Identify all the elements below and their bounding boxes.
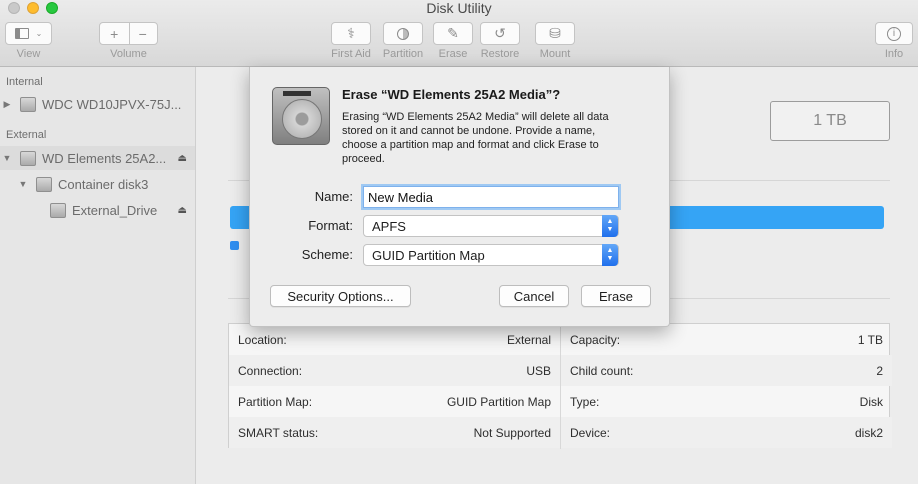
chevron-down-icon: ⌄ [35, 29, 43, 38]
sidebar-header-external: External [6, 129, 47, 141]
info-button[interactable]: i [875, 22, 913, 45]
name-label: Name: [314, 189, 353, 204]
info-value: 2 [876, 363, 883, 378]
sidebar-item-label: WD Elements 25A2... [42, 150, 167, 166]
stepper-arrows-icon: ▲ ▼ [602, 215, 618, 237]
scheme-label: Scheme: [301, 247, 353, 262]
info-key: Capacity: [570, 332, 621, 347]
external-disk-icon [272, 87, 330, 145]
format-label: Format: [308, 218, 353, 233]
add-volume-button[interactable]: + [100, 26, 129, 42]
pencil-eraser-icon: ✎ [447, 25, 459, 41]
info-value: Disk [859, 394, 883, 409]
info-row-device: Device: disk2 [561, 417, 892, 448]
info-key: Device: [570, 425, 611, 440]
erase-button[interactable]: ✎ [433, 22, 473, 45]
info-row-child-count: Child count: 2 [561, 355, 892, 386]
disk-label-strip [283, 91, 311, 96]
usage-legend-swatch [230, 241, 239, 250]
first-aid-label: First Aid [331, 48, 371, 60]
info-row-type: Type: Disk [561, 386, 892, 417]
mount-button[interactable]: ⛁ [535, 22, 575, 45]
window-title: Disk Utility [426, 0, 492, 16]
volume-segmented-control: + − [99, 22, 158, 45]
info-key: Type: [570, 394, 600, 409]
info-key: Connection: [238, 363, 303, 378]
info-value: External [506, 332, 551, 347]
segment-divider [129, 23, 130, 44]
dialog-message: Erasing “WD Elements 25A2 Media” will de… [342, 111, 609, 165]
sidebar-icon [14, 28, 29, 39]
stepper-arrows-icon: ▲ ▼ [602, 244, 618, 266]
info-value: GUID Partition Map [446, 394, 551, 409]
info-key: SMART status: [238, 425, 319, 440]
view-label: View [16, 48, 41, 60]
erase-dialog: Erase “WD Elements 25A2 Media”? Erasing … [249, 67, 670, 327]
info-row-connection: Connection: USB [229, 355, 560, 386]
name-input[interactable] [363, 186, 619, 208]
sidebar-item-label: External_Drive [72, 202, 158, 218]
restore-button[interactable]: ↺ [480, 22, 520, 45]
cancel-button[interactable]: Cancel [499, 285, 569, 307]
info-column-left: Location: External Connection: USB Parti… [229, 324, 560, 449]
sidebar-item-external-drive[interactable]: External_Drive ⏏ [0, 198, 195, 222]
info-column-right: Capacity: 1 TB Child count: 2 Type: Disk… [560, 324, 892, 449]
disclosure-down-icon[interactable]: ▼ [2, 153, 12, 163]
container-icon [36, 176, 52, 192]
capacity-box: 1 TB [770, 101, 890, 141]
pie-chart-icon [397, 27, 409, 40]
format-value: APFS [372, 218, 406, 234]
info-row-location: Location: External [229, 324, 560, 355]
scheme-select[interactable]: GUID Partition Map ▲ ▼ [363, 244, 619, 266]
sidebar-item-container[interactable]: ▼ Container disk3 [0, 172, 195, 196]
sidebar-item-label: WDC WD10JPVX-75J... [42, 96, 182, 112]
sidebar-header-internal: Internal [6, 76, 43, 88]
info-key: Partition Map: [238, 394, 313, 409]
remove-volume-button[interactable]: − [129, 26, 158, 42]
info-table: Location: External Connection: USB Parti… [228, 323, 892, 449]
stethoscope-icon: ⚕ [347, 25, 355, 41]
volume-icon [50, 202, 66, 218]
info-key: Child count: [570, 363, 634, 378]
eject-icon[interactable]: ⏏ [178, 205, 187, 216]
info-value: Not Supported [473, 425, 551, 440]
erase-confirm-button[interactable]: Erase [581, 285, 651, 307]
disclosure-right-icon[interactable]: ▶ [2, 99, 12, 110]
partition-button[interactable] [383, 22, 423, 45]
sidebar-item-label: Container disk3 [58, 176, 149, 192]
disk-platter [282, 99, 322, 139]
restore-arrow-icon: ↺ [494, 25, 506, 41]
format-select[interactable]: APFS ▲ ▼ [363, 215, 619, 237]
info-value: 1 TB [857, 332, 883, 347]
disclosure-down-icon[interactable]: ▼ [18, 179, 28, 189]
window-toolbar: Disk Utility ⌄ View + − Volume ⚕ First A… [0, 0, 918, 67]
info-value: disk2 [854, 425, 883, 440]
sidebar-item-wd-elements[interactable]: ▼ WD Elements 25A2... ⏏ [0, 146, 195, 170]
info-row-smart-status: SMART status: Not Supported [229, 417, 560, 448]
volume-label: Volume [110, 48, 147, 60]
scheme-value: GUID Partition Map [372, 247, 485, 263]
info-value: USB [526, 363, 551, 378]
sidebar: Internal ▶ WDC WD10JPVX-75J... External … [0, 67, 196, 484]
info-row-capacity: Capacity: 1 TB [561, 324, 892, 355]
disk-icon [20, 150, 36, 166]
mount-label: Mount [539, 48, 571, 60]
view-button[interactable]: ⌄ [5, 22, 52, 45]
disk-icon [20, 96, 36, 112]
info-icon: i [887, 26, 901, 41]
security-options-button[interactable]: Security Options... [270, 285, 411, 307]
sidebar-item-internal-disk[interactable]: ▶ WDC WD10JPVX-75J... [0, 92, 195, 116]
eject-icon[interactable]: ⏏ [178, 153, 187, 164]
info-label: Info [884, 48, 904, 60]
restore-label: Restore [480, 48, 520, 60]
info-row-partition-map: Partition Map: GUID Partition Map [229, 386, 560, 417]
info-key: Location: [238, 332, 287, 347]
dialog-title: Erase “WD Elements 25A2 Media”? [342, 87, 561, 102]
first-aid-button[interactable]: ⚕ [331, 22, 371, 45]
mount-icon: ⛁ [549, 25, 561, 41]
